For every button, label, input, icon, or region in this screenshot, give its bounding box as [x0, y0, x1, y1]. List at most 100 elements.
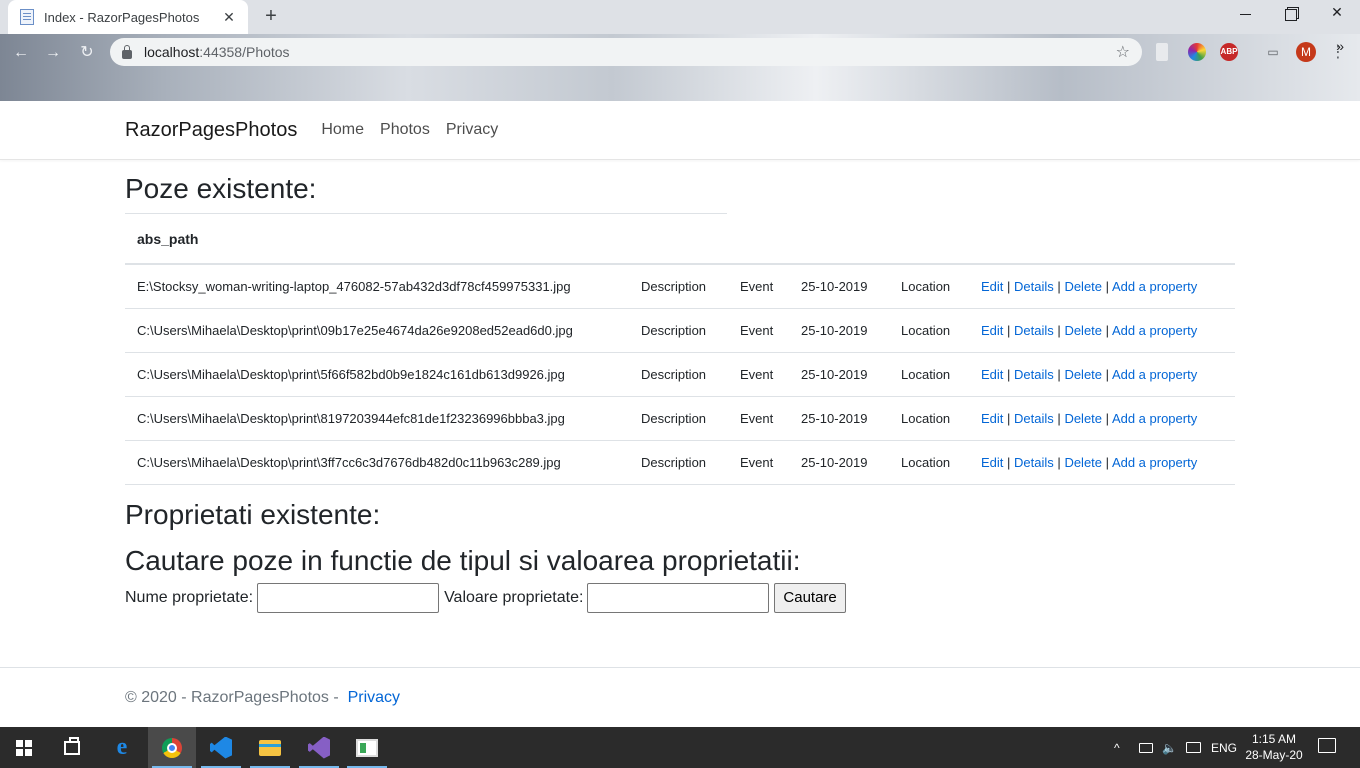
browser-tab[interactable]: Index - RazorPagesPhotos ✕	[8, 0, 248, 34]
details-link[interactable]: Details	[1014, 323, 1054, 338]
photos-heading: Poze existente:	[125, 173, 317, 204]
nav-link-home[interactable]: Home	[321, 121, 364, 139]
search-button[interactable]: Cautare	[774, 582, 846, 613]
taskbar-visual-studio[interactable]	[295, 727, 343, 768]
clock-time: 1:15 AM	[1251, 732, 1297, 746]
delete-link[interactable]: Delete	[1064, 323, 1102, 338]
adblock-icon[interactable]: ABP	[1220, 43, 1238, 61]
details-link[interactable]: Details	[1014, 367, 1054, 382]
windows-taskbar: e ^ 🔈 ENG 1:15 AM 28-May-20	[0, 727, 1360, 768]
taskbar-file-explorer[interactable]	[246, 727, 294, 768]
photo-location-cell: Location	[889, 264, 969, 309]
table-row: C:\Users\Mihaela\Desktop\print\819720394…	[125, 396, 1235, 441]
delete-link[interactable]: Delete	[1064, 367, 1102, 382]
action-separator: |	[1105, 366, 1110, 382]
action-separator: |	[1057, 410, 1061, 426]
navbar-brand[interactable]: RazorPagesPhotos	[125, 119, 297, 142]
edit-link[interactable]: Edit	[981, 323, 1003, 338]
photo-location-cell: Location	[889, 308, 969, 353]
maximize-button[interactable]	[1268, 4, 1314, 26]
photo-actions-cell: Edit | Details | Delete | Add a property	[969, 264, 1235, 309]
edit-link[interactable]: Edit	[981, 367, 1003, 382]
forward-arrow-icon[interactable]: →	[42, 42, 64, 64]
photo-event-cell: Event	[728, 396, 789, 441]
photo-location-cell: Location	[889, 396, 969, 441]
taskbar-chrome[interactable]	[148, 727, 196, 768]
page-favicon-icon	[20, 9, 34, 25]
action-separator: |	[1105, 454, 1110, 470]
chrome-icon	[162, 737, 182, 758]
delete-link[interactable]: Delete	[1064, 411, 1102, 426]
profile-avatar[interactable]: M	[1296, 42, 1316, 62]
add-property-link[interactable]: Add a property	[1112, 455, 1197, 470]
extension-page-icon[interactable]	[1156, 43, 1168, 61]
property-value-input[interactable]	[587, 582, 770, 613]
add-property-link[interactable]: Add a property	[1112, 411, 1197, 426]
footer-privacy-link[interactable]: Privacy	[348, 689, 400, 707]
nav-link-privacy[interactable]: Privacy	[446, 121, 498, 139]
taskbar-clock[interactable]: 1:15 AM 28-May-20	[1236, 731, 1312, 763]
tray-chevron-icon[interactable]: ^	[1114, 727, 1120, 768]
photo-path-cell: C:\Users\Mihaela\Desktop\print\3ff7cc6c3…	[125, 440, 629, 485]
taskbar-edge[interactable]: e	[98, 727, 146, 768]
bookmarks-overflow-icon[interactable]: »	[1336, 38, 1344, 54]
add-property-link[interactable]: Add a property	[1112, 279, 1197, 294]
photo-path-cell: C:\Users\Mihaela\Desktop\print\5f66f582b…	[125, 352, 629, 397]
start-button[interactable]	[0, 727, 48, 768]
tray-network-icon[interactable]	[1186, 727, 1201, 768]
tab-close-icon[interactable]: ✕	[220, 9, 238, 26]
details-link[interactable]: Details	[1014, 279, 1054, 294]
bookmark-star-icon[interactable]: ☆	[1116, 42, 1130, 62]
photo-date-cell: 25-10-2019	[789, 396, 889, 441]
photo-description-cell: Description	[629, 308, 728, 353]
photo-actions-cell: Edit | Details | Delete | Add a property	[969, 396, 1235, 441]
photo-description-cell: Description	[629, 440, 728, 485]
taskbar-app[interactable]	[343, 727, 391, 768]
address-bar[interactable]: localhost:44358/Photos ☆	[110, 38, 1142, 66]
vscode-icon	[210, 736, 232, 759]
add-property-link[interactable]: Add a property	[1112, 367, 1197, 382]
edit-link[interactable]: Edit	[981, 279, 1003, 294]
url-host: localhost	[144, 44, 200, 60]
cast-icon[interactable]: ▭	[1264, 43, 1282, 61]
action-separator: |	[1007, 454, 1011, 470]
action-separator: |	[1007, 410, 1011, 426]
action-separator: |	[1007, 278, 1011, 294]
new-tab-button[interactable]: +	[260, 5, 282, 28]
action-separator: |	[1007, 322, 1011, 338]
property-name-label: Nume proprietate:	[125, 588, 254, 606]
details-link[interactable]: Details	[1014, 455, 1054, 470]
main-container: Poze existente: abs_path E:\Stocksy_woma…	[125, 173, 1235, 613]
table-row: E:\Stocksy_woman-writing-laptop_476082-5…	[125, 264, 1235, 309]
search-heading: Cautare poze in functie de tipul si valo…	[125, 544, 801, 576]
window-close-button[interactable]: ✕	[1314, 4, 1360, 26]
nav-link-photos[interactable]: Photos	[380, 121, 430, 139]
reload-icon[interactable]: ↻	[76, 42, 98, 64]
taskbar-vscode[interactable]	[197, 727, 245, 768]
minimize-button[interactable]	[1222, 4, 1268, 26]
tray-power-icon[interactable]	[1139, 727, 1153, 768]
property-name-input[interactable]	[257, 582, 440, 613]
extension-color-wheel-icon[interactable]	[1188, 43, 1206, 61]
edit-link[interactable]: Edit	[981, 455, 1003, 470]
edge-icon: e	[116, 734, 128, 760]
tab-title: Index - RazorPagesPhotos	[44, 9, 200, 25]
task-view-button[interactable]	[48, 727, 96, 768]
photo-path-cell: C:\Users\Mihaela\Desktop\print\819720394…	[125, 396, 629, 441]
tray-language[interactable]: ENG	[1211, 727, 1237, 768]
property-value-label: Valoare proprietate:	[444, 588, 584, 606]
footer-copyright: © 2020 - RazorPagesPhotos -	[125, 688, 344, 706]
tray-volume-icon[interactable]: 🔈	[1162, 727, 1177, 768]
site-footer: © 2020 - RazorPagesPhotos - Privacy	[0, 667, 1360, 727]
notifications-icon[interactable]	[1318, 738, 1336, 753]
delete-link[interactable]: Delete	[1064, 279, 1102, 294]
photo-event-cell: Event	[728, 264, 789, 309]
photo-description-cell: Description	[629, 352, 728, 397]
table-row: C:\Users\Mihaela\Desktop\print\5f66f582b…	[125, 352, 1235, 397]
delete-link[interactable]: Delete	[1064, 455, 1102, 470]
details-link[interactable]: Details	[1014, 411, 1054, 426]
photo-actions-cell: Edit | Details | Delete | Add a property	[969, 440, 1235, 485]
edit-link[interactable]: Edit	[981, 411, 1003, 426]
add-property-link[interactable]: Add a property	[1112, 323, 1197, 338]
back-arrow-icon[interactable]: ←	[10, 42, 32, 64]
